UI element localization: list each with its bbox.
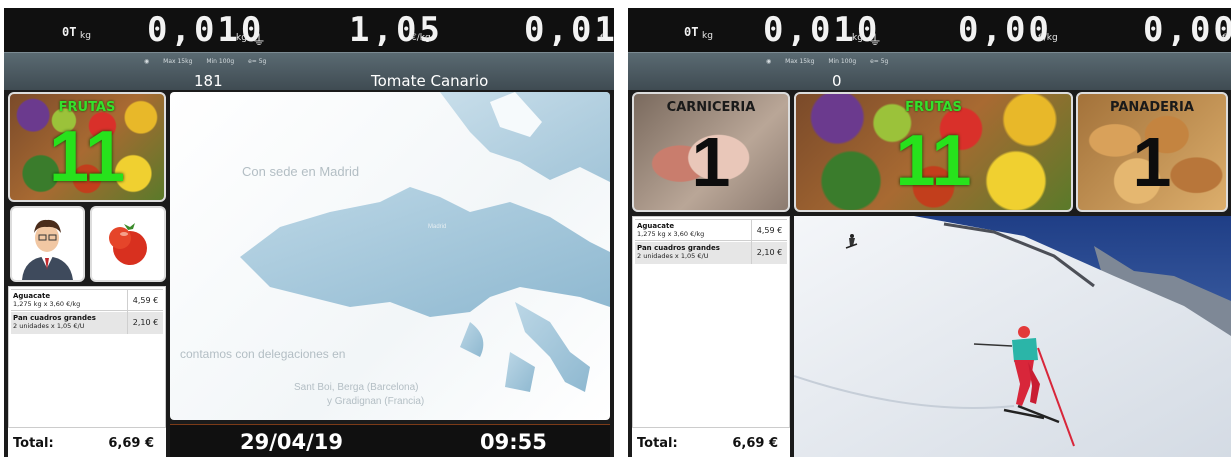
- eye-icon: ◉: [766, 58, 772, 65]
- ticket-total: Total: 6,69 €: [632, 428, 790, 457]
- skier-scene-icon: [794, 216, 1231, 457]
- line-name: Aguacate: [13, 292, 51, 300]
- map-heading: Con sede en Madrid: [242, 164, 360, 179]
- price-unit: €/kg: [1038, 33, 1058, 43]
- total-label: Total:: [13, 436, 54, 451]
- line-amount: 2,10 €: [751, 242, 787, 264]
- ticket-total: Total: 6,69 €: [8, 428, 166, 457]
- advert-video: [794, 216, 1231, 457]
- weight-unit: kg: [852, 33, 863, 43]
- division: e= 5g: [870, 58, 889, 65]
- ticket-panel: Aguacate 1,275 kg x 3,60 €/kg 4,59 € Pan …: [8, 286, 166, 428]
- total-amount: 6,69 €: [732, 436, 778, 451]
- category-name: PANADERIA: [1110, 100, 1194, 115]
- total-value: 0,00: [1143, 10, 1231, 50]
- info-strip: ◉ Max 15kg Min 100g e= 5g 0: [628, 52, 1231, 90]
- category-name: FRUTAS: [58, 100, 116, 115]
- line-amount: 4,59 €: [751, 220, 787, 242]
- max-capacity: Max 15kg: [785, 58, 815, 65]
- line-detail: 1,275 kg x 3,60 €/kg: [13, 300, 81, 308]
- scale-specs: ◉ Max 15kg Min 100g e= 5g: [144, 58, 278, 65]
- info-strip: ◉ Max 15kg Min 100g e= 5g 181 Tomate Can…: [4, 52, 614, 90]
- date: 29/04/19: [240, 430, 344, 454]
- price-value: 1,05: [349, 10, 443, 50]
- advert-map: Con sede en Madrid Madrid contamos con d…: [170, 92, 610, 420]
- min-capacity: Min 100g: [828, 58, 857, 65]
- map-line-3: y Gradignan (Francia): [327, 396, 425, 407]
- tare-value: 0T: [62, 25, 77, 39]
- division: e= 5g: [248, 58, 267, 65]
- weight-display: 0T kg 0,010 kg ⏚ 1,05 €/kg 0,01 €: [4, 8, 614, 52]
- product-code: 181: [194, 72, 223, 90]
- line-name: Pan cuadros grandes: [637, 244, 720, 252]
- scale-specs: ◉ Max 15kg Min 100g e= 5g: [766, 58, 900, 65]
- category-tile-frutas[interactable]: FRUTAS 11: [794, 92, 1073, 212]
- tomato-icon: [109, 223, 147, 265]
- category-name: CARNICERIA: [666, 100, 756, 115]
- category-name: FRUTAS: [905, 100, 962, 115]
- total-unit: €: [600, 33, 606, 43]
- scale-screen-left: 0T kg 0,010 kg ⏚ 1,05 €/kg 0,01 € ◉ Max …: [4, 8, 614, 457]
- stable-icon: ⏚: [252, 33, 266, 49]
- product-code: 0: [832, 72, 842, 90]
- category-count: 11: [48, 117, 126, 197]
- category-count: 11: [895, 121, 972, 201]
- category-count: 1: [691, 123, 731, 201]
- line-name: Aguacate: [637, 222, 675, 230]
- map-line-2: Sant Boi, Berga (Barcelona): [294, 382, 419, 393]
- line-name: Pan cuadros grandes: [13, 314, 96, 322]
- map-line-1: contamos con delegaciones en: [180, 347, 346, 361]
- line-amount: 4,59 €: [127, 290, 163, 312]
- line-detail: 1,275 kg x 3,60 €/kg: [637, 230, 705, 238]
- product-image-tile[interactable]: [90, 206, 166, 282]
- eye-icon: ◉: [144, 58, 150, 65]
- tare-unit: kg: [702, 31, 713, 41]
- time: 09:55: [480, 430, 547, 454]
- seller-avatar-icon: [22, 219, 73, 280]
- line-detail: 2 unidades x 1,05 €/U: [13, 322, 85, 330]
- ticket-line[interactable]: Pan cuadros grandes 2 unidades x 1,05 €/U…: [11, 312, 163, 334]
- tare-value: 0T: [684, 25, 699, 39]
- weight-value: 0,010: [763, 10, 881, 50]
- weight-value: 0,010: [147, 10, 265, 50]
- price-unit: €/kg: [411, 33, 431, 43]
- date-time-bar: 29/04/19 09:55: [170, 424, 610, 457]
- ticket-panel: Aguacate 1,275 kg x 3,60 €/kg 4,59 € Pan …: [632, 216, 790, 428]
- tare-unit: kg: [80, 31, 91, 41]
- product-name: Tomate Canario: [371, 72, 489, 90]
- seller-tile[interactable]: [10, 206, 85, 282]
- category-tile-panaderia[interactable]: PANADERIA 1: [1076, 92, 1228, 212]
- line-amount: 2,10 €: [127, 312, 163, 334]
- total-unit: €: [1222, 33, 1228, 43]
- min-capacity: Min 100g: [206, 58, 235, 65]
- total-label: Total:: [637, 436, 678, 451]
- weight-unit: kg: [236, 33, 247, 43]
- max-capacity: Max 15kg: [163, 58, 193, 65]
- category-count: 1: [1132, 123, 1172, 201]
- category-tile-frutas[interactable]: FRUTAS 11: [8, 92, 166, 202]
- price-value: 0,00: [958, 10, 1052, 50]
- total-amount: 6,69 €: [108, 436, 154, 451]
- ticket-line[interactable]: Aguacate 1,275 kg x 3,60 €/kg 4,59 €: [11, 289, 163, 312]
- europe-map-icon: [240, 92, 610, 392]
- category-tile-carniceria[interactable]: CARNICERIA 1: [632, 92, 790, 212]
- map-city-label: Madrid: [428, 224, 447, 230]
- ticket-line[interactable]: Pan cuadros grandes 2 unidades x 1,05 €/U…: [635, 242, 787, 264]
- scale-screen-right: 0T kg 0,010 kg ⏚ 0,00 €/kg 0,00 € ◉ Max …: [628, 8, 1231, 457]
- ticket-line[interactable]: Aguacate 1,275 kg x 3,60 €/kg 4,59 €: [635, 219, 787, 242]
- total-value: 0,01: [524, 10, 614, 50]
- stable-icon: ⏚: [868, 33, 882, 49]
- line-detail: 2 unidades x 1,05 €/U: [637, 252, 709, 260]
- weight-display: 0T kg 0,010 kg ⏚ 0,00 €/kg 0,00 €: [628, 8, 1231, 52]
